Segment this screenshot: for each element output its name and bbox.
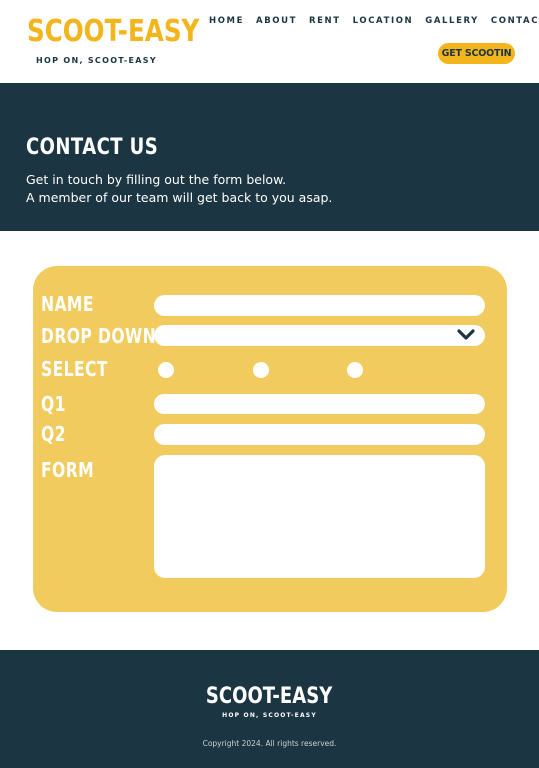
- hero-description: Get in touch by filling out the form bel…: [26, 171, 332, 207]
- q1-input[interactable]: [154, 394, 485, 414]
- nav-location[interactable]: LOCATION: [353, 16, 414, 26]
- radio-option-2[interactable]: [253, 362, 269, 378]
- nav-home[interactable]: HOME: [209, 16, 244, 26]
- radio-option-1[interactable]: [158, 362, 174, 378]
- message-textarea[interactable]: [154, 455, 485, 578]
- page-title: CONTACT US: [26, 135, 159, 160]
- chevron-down-icon: [457, 329, 475, 340]
- footer-logo-wrap: SCOOT-EASY: [0, 684, 539, 709]
- site-footer: SCOOT-EASY HOP ON, SCOOT-EASY Copyright …: [0, 650, 539, 768]
- dropdown-label: DROP DOWN: [41, 324, 157, 348]
- nav-about[interactable]: ABOUT: [256, 16, 297, 26]
- select-label: SELECT: [41, 357, 108, 381]
- copyright-text: Copyright 2024. All rights reserved.: [202, 739, 337, 748]
- radio-option-3[interactable]: [347, 362, 363, 378]
- hero-line-1: Get in touch by filling out the form bel…: [26, 172, 287, 187]
- nav-contact[interactable]: CONTACT: [491, 16, 539, 26]
- footer-logo[interactable]: SCOOT-EASY: [206, 684, 332, 709]
- contact-hero: CONTACT US Get in touch by filling out t…: [0, 83, 539, 231]
- q1-label: Q1: [41, 392, 66, 416]
- name-label: NAME: [41, 292, 94, 316]
- nav-gallery[interactable]: GALLERY: [425, 16, 479, 26]
- site-tagline: HOP ON, SCOOT-EASY: [36, 56, 157, 65]
- contact-form-card: NAME DROP DOWN SELECT Q1 Q2 FORM: [33, 266, 507, 612]
- get-scootin-button[interactable]: GET SCOOTIN: [438, 43, 515, 64]
- site-header: SCOOT-EASY HOP ON, SCOOT-EASY HOME ABOUT…: [0, 0, 539, 83]
- footer-tagline: HOP ON, SCOOT-EASY: [222, 712, 317, 719]
- nav-rent[interactable]: RENT: [309, 16, 341, 26]
- q2-label: Q2: [41, 422, 66, 446]
- dropdown-select[interactable]: [154, 325, 485, 346]
- name-input[interactable]: [154, 295, 485, 316]
- hero-line-2: A member of our team will get back to yo…: [26, 190, 333, 205]
- site-logo[interactable]: SCOOT-EASY: [27, 14, 199, 49]
- q2-input[interactable]: [154, 424, 485, 445]
- main-nav: HOME ABOUT RENT LOCATION GALLERY CONTACT: [209, 16, 539, 26]
- form-label: FORM: [41, 458, 95, 482]
